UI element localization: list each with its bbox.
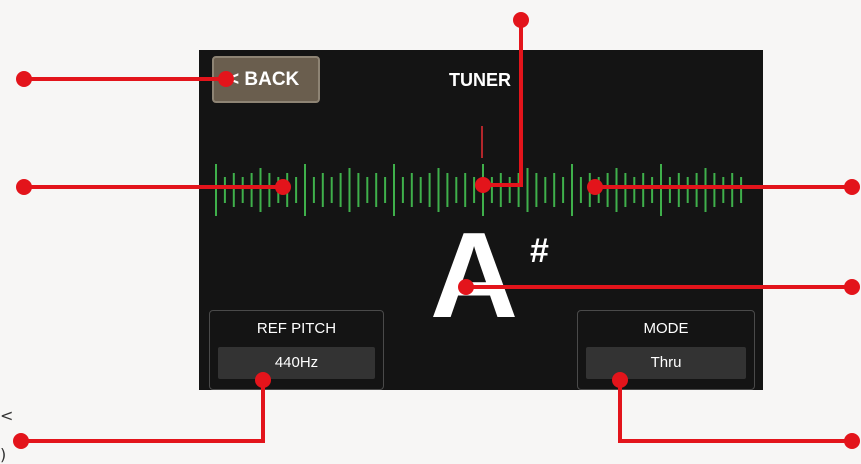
callout-dot (13, 433, 29, 449)
callout-dot (255, 372, 271, 388)
callout-line-mode (618, 380, 852, 443)
callout-dot (275, 179, 291, 195)
annotation-callouts (13, 12, 860, 449)
callout-dot (16, 71, 32, 87)
edge-fragment: < (0, 406, 14, 425)
callout-dot (844, 279, 860, 295)
callout-dot (844, 433, 860, 449)
callout-dot (612, 372, 628, 388)
callout-dot (458, 279, 474, 295)
edge-fragment: ) (0, 445, 7, 464)
callout-dot (513, 12, 529, 28)
callout-dot (587, 179, 603, 195)
callout-line-ref-pitch (21, 380, 265, 443)
callout-dot (844, 179, 860, 195)
callout-dot (218, 71, 234, 87)
callout-dot (16, 179, 32, 195)
callout-dot (475, 177, 491, 193)
callout-line-center (483, 20, 523, 187)
